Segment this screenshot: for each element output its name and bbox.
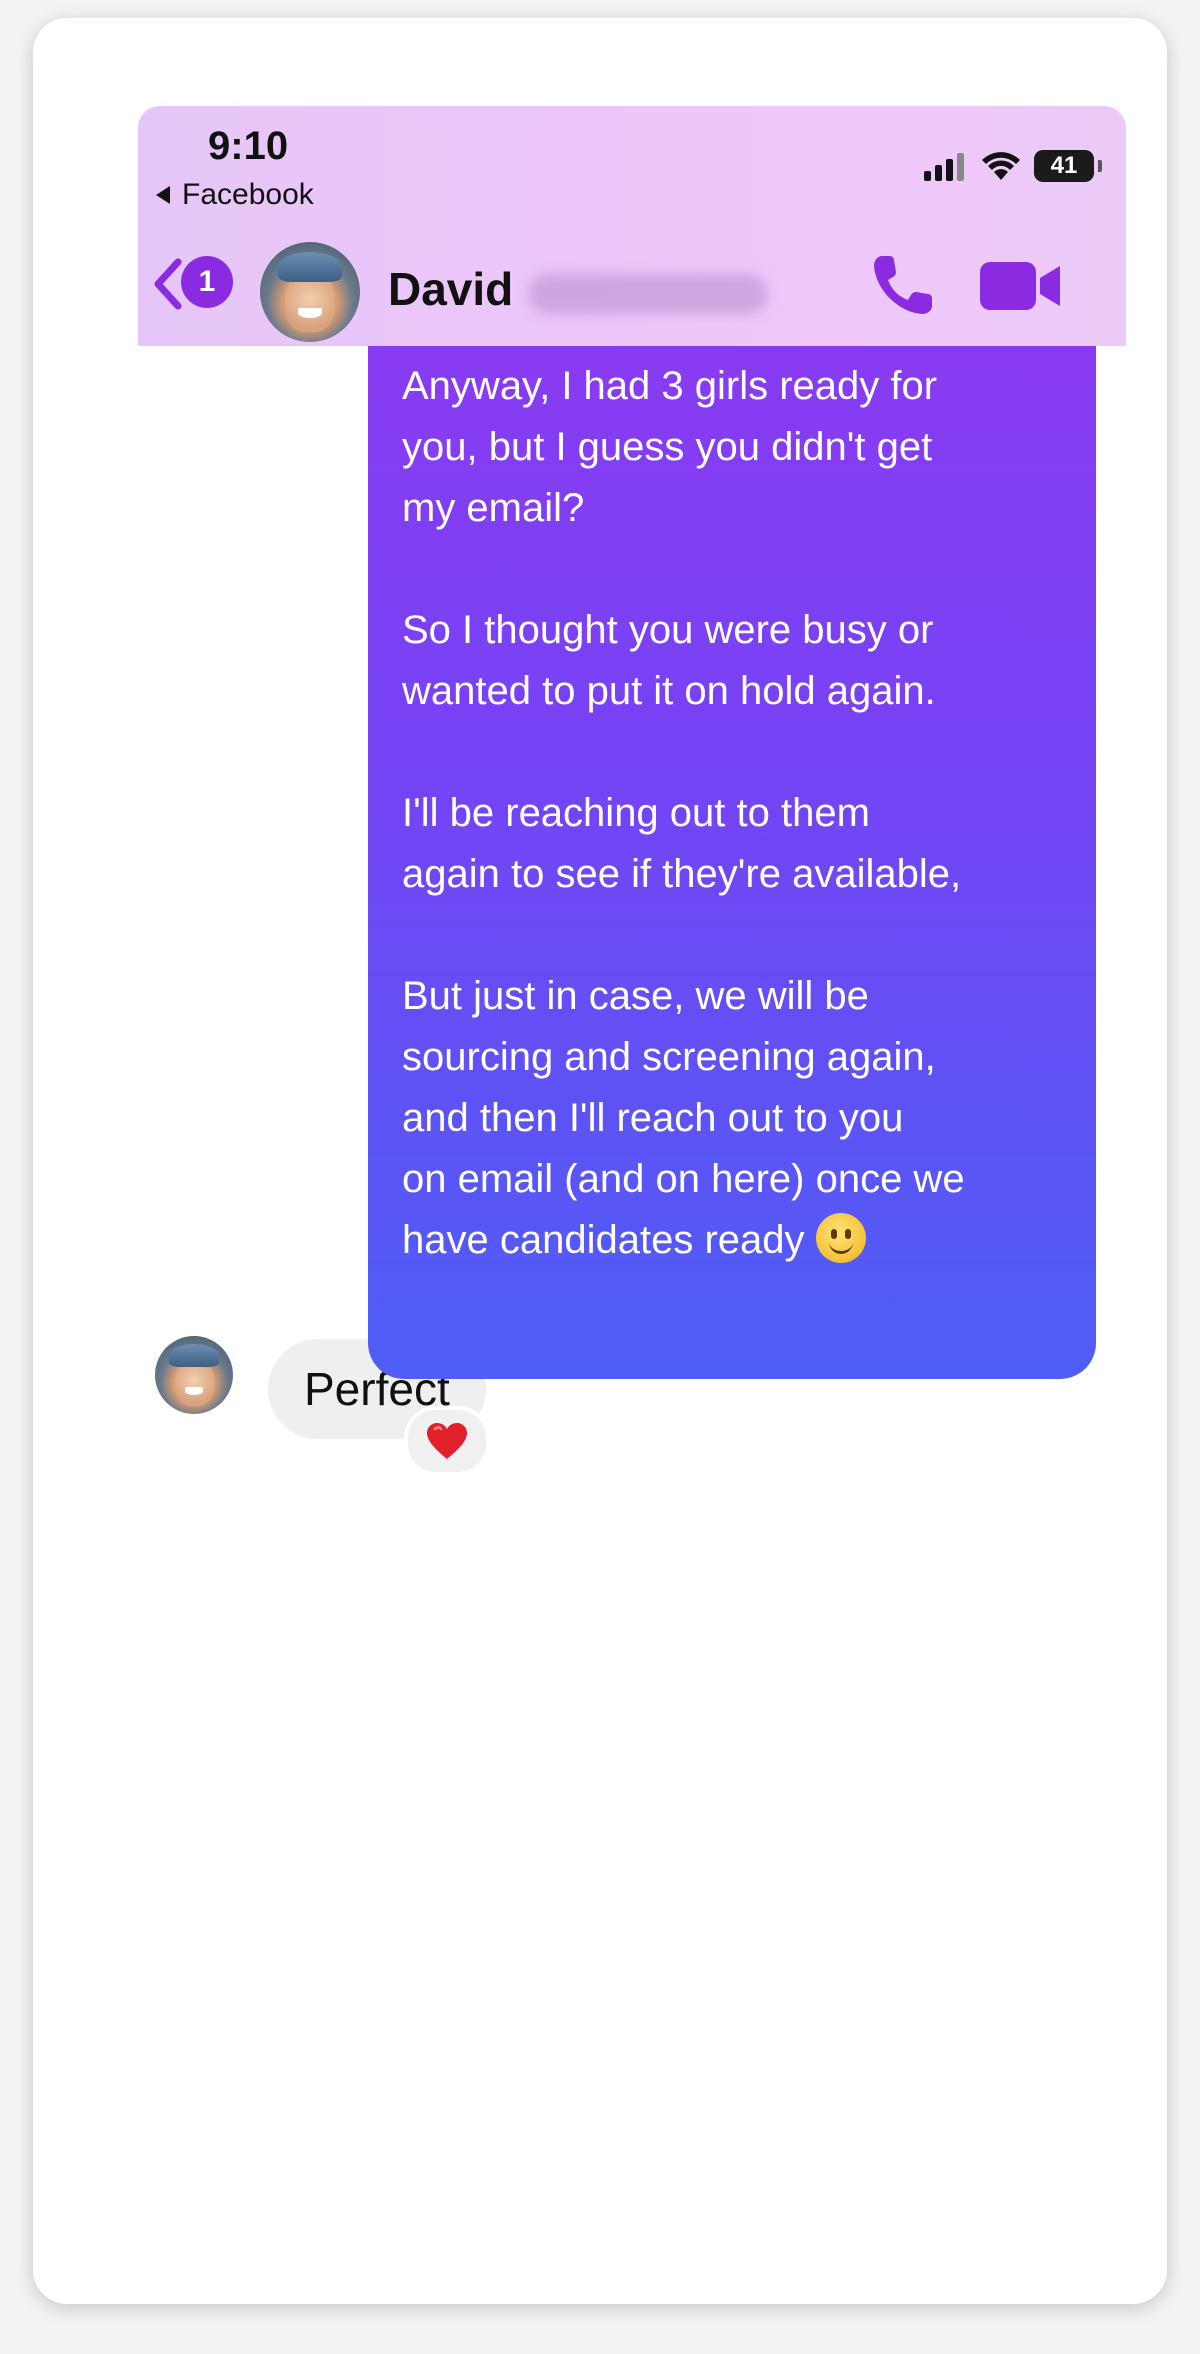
outgoing-message-bubble[interactable]: Anyway, I had 3 girls ready for you, but… xyxy=(368,306,1096,1379)
battery-nub xyxy=(1098,160,1102,172)
sender-avatar[interactable] xyxy=(155,1336,233,1414)
red-heart-icon xyxy=(427,1423,467,1459)
back-app-label: Facebook xyxy=(182,178,314,211)
back-to-app-link[interactable]: Facebook xyxy=(156,178,314,212)
battery-level: 41 xyxy=(1050,152,1078,179)
video-camera-icon[interactable] xyxy=(980,260,1062,312)
contact-avatar[interactable] xyxy=(260,242,360,342)
messenger-screen: 9:10 Facebook 41 1 David Anyway, I had 3… xyxy=(138,106,1126,1506)
cellular-signal-icon xyxy=(924,153,964,181)
outgoing-message-body: Anyway, I had 3 girls ready for you, but… xyxy=(402,364,965,1262)
smiling-face-emoji-icon xyxy=(815,1213,866,1263)
contact-name[interactable]: David xyxy=(388,262,513,316)
conversation-header: 9:10 Facebook 41 1 David xyxy=(138,106,1126,346)
nav-row: 1 David xyxy=(138,234,1126,342)
status-time: 9:10 xyxy=(208,124,289,168)
status-icons: 41 xyxy=(924,150,1102,182)
back-triangle-icon xyxy=(156,186,170,204)
outgoing-message-text: Anyway, I had 3 girls ready for you, but… xyxy=(402,356,1082,1271)
wifi-icon xyxy=(982,152,1020,180)
blurred-last-name xyxy=(528,274,768,314)
unread-count-badge[interactable]: 1 xyxy=(181,256,233,308)
battery-indicator: 41 xyxy=(1034,150,1094,182)
screenshot-card: 9:10 Facebook 41 1 David Anyway, I had 3… xyxy=(33,18,1167,2304)
phone-icon[interactable] xyxy=(868,250,938,320)
message-reaction[interactable] xyxy=(404,1406,490,1476)
